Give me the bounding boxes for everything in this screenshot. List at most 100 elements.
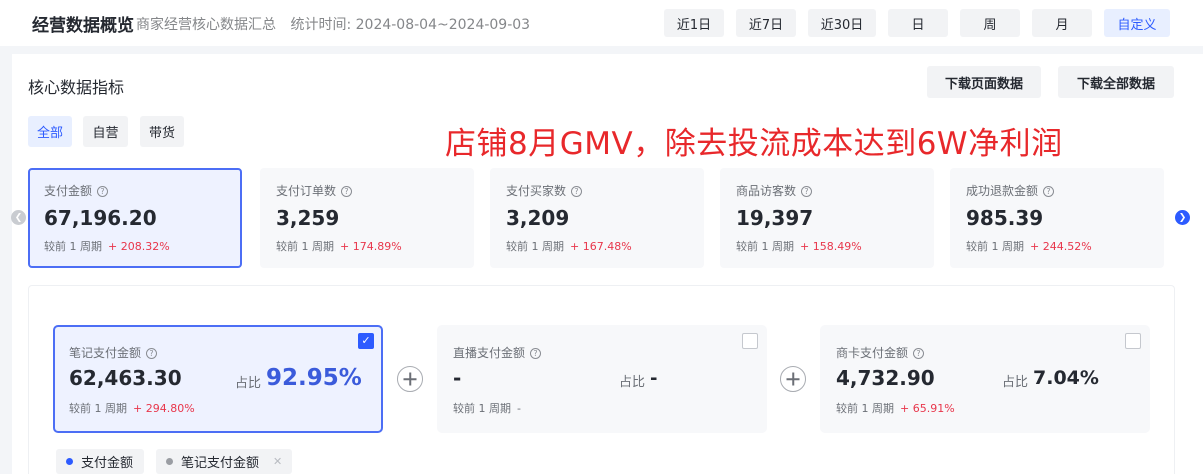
metric-compare: 较前 1 周期 + 167.48% bbox=[506, 238, 632, 254]
range-week-button[interactable]: 周 bbox=[960, 9, 1020, 37]
metric-value: 19,397 bbox=[736, 206, 814, 230]
breakdown-compare: 较前 1 周期 - bbox=[453, 400, 521, 416]
legend-dot-icon bbox=[166, 458, 173, 465]
metric-label: 成功退款金额? bbox=[966, 182, 1055, 199]
help-icon[interactable]: ? bbox=[913, 348, 925, 359]
subtitle-text: 商家经营核心数据汇总 bbox=[136, 17, 276, 33]
breakdown-value: 62,463.30 bbox=[69, 366, 182, 390]
help-icon[interactable]: ? bbox=[341, 186, 353, 197]
carousel-prev-icon[interactable]: ❮ bbox=[11, 210, 26, 225]
compare-label: 较前 1 周期 bbox=[44, 240, 102, 253]
breakdown-value: - bbox=[453, 366, 462, 390]
metric-label: 支付订单数? bbox=[276, 182, 353, 199]
compare-label: 较前 1 周期 bbox=[836, 402, 894, 415]
breakdown-label: 商卡支付金额? bbox=[836, 344, 925, 361]
metric-value: 985.39 bbox=[966, 206, 1044, 230]
legend-chip-note-payment[interactable]: 笔记支付金额 ✕ bbox=[156, 449, 292, 474]
download-page-button[interactable]: 下载页面数据 bbox=[927, 66, 1041, 98]
breakdown-change: + 65.91% bbox=[900, 402, 955, 415]
metric-change: + 174.89% bbox=[340, 240, 402, 253]
help-icon[interactable]: ? bbox=[146, 348, 158, 359]
close-icon[interactable]: ✕ bbox=[273, 455, 282, 468]
metric-label: 支付买家数? bbox=[506, 182, 583, 199]
breakdown-label-text: 直播支付金额 bbox=[453, 346, 526, 360]
breakdown-value: 4,732.90 bbox=[836, 366, 935, 390]
range-1d-button[interactable]: 近1日 bbox=[664, 9, 724, 37]
metric-value: 3,259 bbox=[276, 206, 340, 230]
range-7d-button[interactable]: 近7日 bbox=[736, 9, 796, 37]
help-icon[interactable]: ? bbox=[801, 186, 813, 197]
breakdown-card-note-payment[interactable]: 笔记支付金额? 62,463.30 占比 92.95% 较前 1 周期 + 294… bbox=[53, 325, 383, 433]
ratio-label: 占比 bbox=[619, 375, 646, 390]
range-custom-button[interactable]: 自定义 bbox=[1104, 9, 1170, 37]
metric-card-payment-amount[interactable]: 支付金额? 67,196.20 较前 1 周期 + 208.32% bbox=[28, 168, 242, 268]
breakdown-card-product-card-payment[interactable]: 商卡支付金额? 4,732.90 占比 7.04% 较前 1 周期 + 65.91… bbox=[820, 325, 1150, 433]
ratio-value: 7.04% bbox=[1033, 367, 1099, 389]
breakdown-change: - bbox=[517, 402, 521, 415]
help-icon[interactable]: ? bbox=[571, 186, 583, 197]
compare-label: 较前 1 周期 bbox=[276, 240, 334, 253]
breakdown-compare: 较前 1 周期 + 65.91% bbox=[836, 400, 955, 416]
carousel-next-icon[interactable]: ❯ bbox=[1175, 210, 1190, 225]
legend-label: 支付金额 bbox=[81, 456, 134, 471]
metric-label-text: 支付买家数 bbox=[506, 184, 567, 198]
breakdown-change: + 294.80% bbox=[133, 402, 195, 415]
breakdown-card-live-payment[interactable]: 直播支付金额? - 占比 - 较前 1 周期 - bbox=[437, 325, 767, 433]
ratio-label: 占比 bbox=[235, 376, 262, 391]
metric-change: + 208.32% bbox=[108, 240, 170, 253]
metric-card-refund-amount[interactable]: 成功退款金额? 985.39 较前 1 周期 + 244.52% bbox=[950, 168, 1164, 268]
stat-time-range: 2024-08-04~2024-09-03 bbox=[355, 17, 531, 33]
ratio-label: 占比 bbox=[1002, 375, 1029, 390]
filter-all[interactable]: 全部 bbox=[28, 116, 72, 147]
compare-label: 较前 1 周期 bbox=[453, 402, 511, 415]
plus-icon bbox=[780, 366, 806, 392]
metric-compare: 较前 1 周期 + 158.49% bbox=[736, 238, 862, 254]
stat-time-label: 统计时间: bbox=[290, 17, 352, 33]
ratio-value: - bbox=[650, 368, 658, 389]
plus-icon bbox=[397, 366, 423, 392]
compare-label: 较前 1 周期 bbox=[736, 240, 794, 253]
annotation-overlay: 店铺8月GMV，除去投流成本达到6W净利润 bbox=[445, 126, 1063, 162]
breakdown-label: 直播支付金额? bbox=[453, 344, 542, 361]
metric-label-text: 成功退款金额 bbox=[966, 184, 1039, 198]
metric-card-visitor-count[interactable]: 商品访客数? 19,397 较前 1 周期 + 158.49% bbox=[720, 168, 934, 268]
range-month-button[interactable]: 月 bbox=[1032, 9, 1092, 37]
range-30d-button[interactable]: 近30日 bbox=[808, 9, 876, 37]
page-subtitle: 商家经营核心数据汇总 统计时间: 2024-08-04~2024-09-03 bbox=[136, 14, 530, 34]
checkbox[interactable] bbox=[1125, 333, 1141, 349]
header-bar: 经营数据概览 商家经营核心数据汇总 统计时间: 2024-08-04~2024-… bbox=[0, 0, 1203, 46]
metric-card-order-count[interactable]: 支付订单数? 3,259 较前 1 周期 + 174.89% bbox=[260, 168, 474, 268]
range-day-button[interactable]: 日 bbox=[888, 9, 948, 37]
metric-value: 3,209 bbox=[506, 206, 570, 230]
help-icon[interactable]: ? bbox=[97, 186, 109, 197]
metric-change: + 167.48% bbox=[570, 240, 632, 253]
metric-label: 商品访客数? bbox=[736, 182, 813, 199]
filter-affiliate[interactable]: 带货 bbox=[140, 116, 184, 147]
compare-label: 较前 1 周期 bbox=[69, 402, 127, 415]
metric-label-text: 支付订单数 bbox=[276, 184, 337, 198]
metric-label-text: 商品访客数 bbox=[736, 184, 797, 198]
help-icon[interactable]: ? bbox=[1043, 186, 1055, 197]
breakdown-label-text: 笔记支付金额 bbox=[69, 346, 142, 360]
section-title: 核心数据指标 bbox=[28, 78, 125, 97]
compare-label: 较前 1 周期 bbox=[966, 240, 1024, 253]
help-icon[interactable]: ? bbox=[530, 348, 542, 359]
page-title: 经营数据概览 bbox=[32, 16, 134, 36]
checkbox[interactable]: ✓ bbox=[358, 333, 374, 349]
metric-card-buyer-count[interactable]: 支付买家数? 3,209 较前 1 周期 + 167.48% bbox=[490, 168, 704, 268]
breakdown-label: 笔记支付金额? bbox=[69, 344, 158, 361]
metric-label-text: 支付金额 bbox=[44, 184, 93, 198]
ratio-value: 92.95% bbox=[266, 365, 362, 391]
compare-label: 较前 1 周期 bbox=[506, 240, 564, 253]
metric-value: 67,196.20 bbox=[44, 206, 157, 230]
legend-chip-payment[interactable]: 支付金额 bbox=[56, 449, 144, 474]
filter-self-operated[interactable]: 自营 bbox=[83, 116, 128, 147]
metric-change: + 158.49% bbox=[800, 240, 862, 253]
checkbox[interactable] bbox=[742, 333, 758, 349]
legend-label: 笔记支付金额 bbox=[181, 456, 260, 471]
metric-change: + 244.52% bbox=[1030, 240, 1092, 253]
breakdown-compare: 较前 1 周期 + 294.80% bbox=[69, 400, 195, 416]
metric-compare: 较前 1 周期 + 174.89% bbox=[276, 238, 402, 254]
download-all-button[interactable]: 下载全部数据 bbox=[1058, 66, 1174, 98]
breakdown-label-text: 商卡支付金额 bbox=[836, 346, 909, 360]
